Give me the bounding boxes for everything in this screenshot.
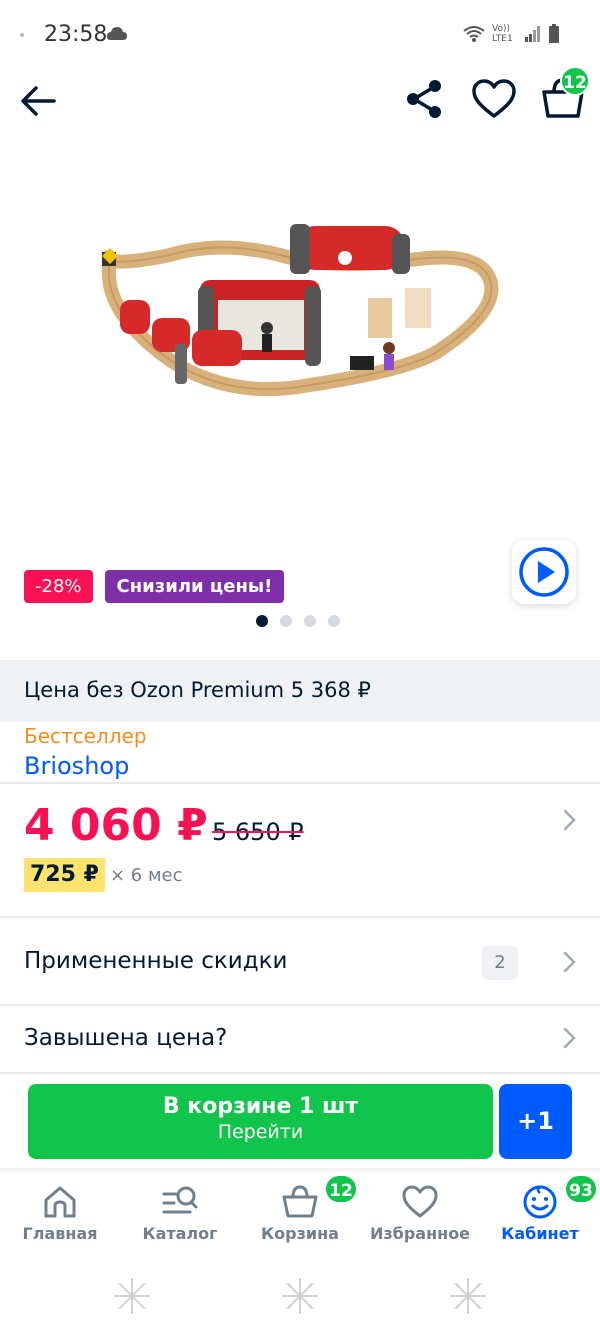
nav-label: Кабинет <box>501 1224 579 1243</box>
installment-period: × 6 мес <box>110 865 183 886</box>
cart-count-badge: 12 <box>560 66 590 96</box>
back-arrow-icon[interactable] <box>16 78 62 124</box>
play-icon <box>519 547 569 597</box>
product-badges: -28% Снизили цены! <box>24 570 285 603</box>
network-label: Vo)) LTE1 <box>492 24 513 44</box>
current-price: 4 060 ₽ <box>24 800 208 851</box>
applied-discounts-label[interactable]: Примененные скидки <box>24 948 287 974</box>
bestseller-label: Бестселлер <box>24 724 147 748</box>
divider <box>0 1004 600 1006</box>
cart-nav-badge: 12 <box>324 1174 358 1204</box>
add-one-button[interactable]: +1 <box>499 1084 572 1159</box>
status-bar: 23:58 Vo)) LTE1 <box>0 0 600 70</box>
basket-icon <box>282 1185 318 1218</box>
applied-discounts-count: 2 <box>482 946 518 980</box>
gallery-pagination <box>256 615 340 627</box>
in-cart-quantity: В корзине 1 шт <box>162 1094 359 1119</box>
top-toolbar <box>0 70 600 140</box>
bottom-navigation: Главная Каталог Корзина 12 Избранное Каб… <box>0 1174 600 1264</box>
smiley-face-icon <box>523 1185 557 1219</box>
chevron-right-icon[interactable] <box>560 808 580 832</box>
divider <box>0 916 600 918</box>
heart-icon[interactable] <box>470 76 518 122</box>
go-to-cart-button[interactable]: В корзине 1 шт Перейти <box>28 1084 493 1159</box>
gallery-dot[interactable] <box>328 615 340 627</box>
status-dot <box>20 33 24 37</box>
wifi-icon <box>463 26 485 42</box>
nav-label: Главная <box>22 1224 98 1243</box>
chevron-right-icon[interactable] <box>560 950 580 974</box>
gallery-dot[interactable] <box>304 615 316 627</box>
divider <box>0 782 600 784</box>
nav-label: Каталог <box>142 1224 218 1243</box>
signal-icon <box>525 26 540 42</box>
heart-icon <box>402 1185 438 1218</box>
battery-icon <box>549 24 559 43</box>
go-to-cart-label: Перейти <box>217 1121 304 1143</box>
gallery-dot[interactable] <box>280 615 292 627</box>
snowflake-decoration <box>114 1278 486 1314</box>
share-icon[interactable] <box>402 76 448 122</box>
promo-badge: Снизили цены! <box>104 570 285 603</box>
brand-link[interactable]: Brioshop <box>24 752 129 780</box>
video-play-button[interactable] <box>512 540 576 604</box>
divider <box>0 1072 600 1074</box>
status-time: 23:58 <box>44 22 108 47</box>
nav-label: Избранное <box>369 1224 471 1243</box>
chevron-right-icon[interactable] <box>560 1026 580 1050</box>
gallery-dot[interactable] <box>256 615 268 627</box>
catalog-search-icon <box>162 1186 198 1214</box>
premium-price-banner[interactable]: Цена без Ozon Premium 5 368 ₽ <box>0 660 600 722</box>
overpriced-report-label[interactable]: Завышена цена? <box>24 1025 227 1051</box>
installment-amount[interactable]: 725 ₽ <box>24 858 105 892</box>
home-icon <box>44 1186 76 1218</box>
product-image[interactable] <box>80 160 520 460</box>
premium-price-text: Цена без Ozon Premium 5 368 ₽ <box>24 678 371 702</box>
status-indicators: Vo)) LTE1 <box>462 24 560 44</box>
nav-label: Корзина <box>261 1224 339 1243</box>
cloud-icon <box>106 27 127 40</box>
account-nav-badge: 93 <box>564 1174 598 1204</box>
old-price: 5 650 ₽ <box>212 818 304 846</box>
discount-badge: -28% <box>24 570 93 603</box>
